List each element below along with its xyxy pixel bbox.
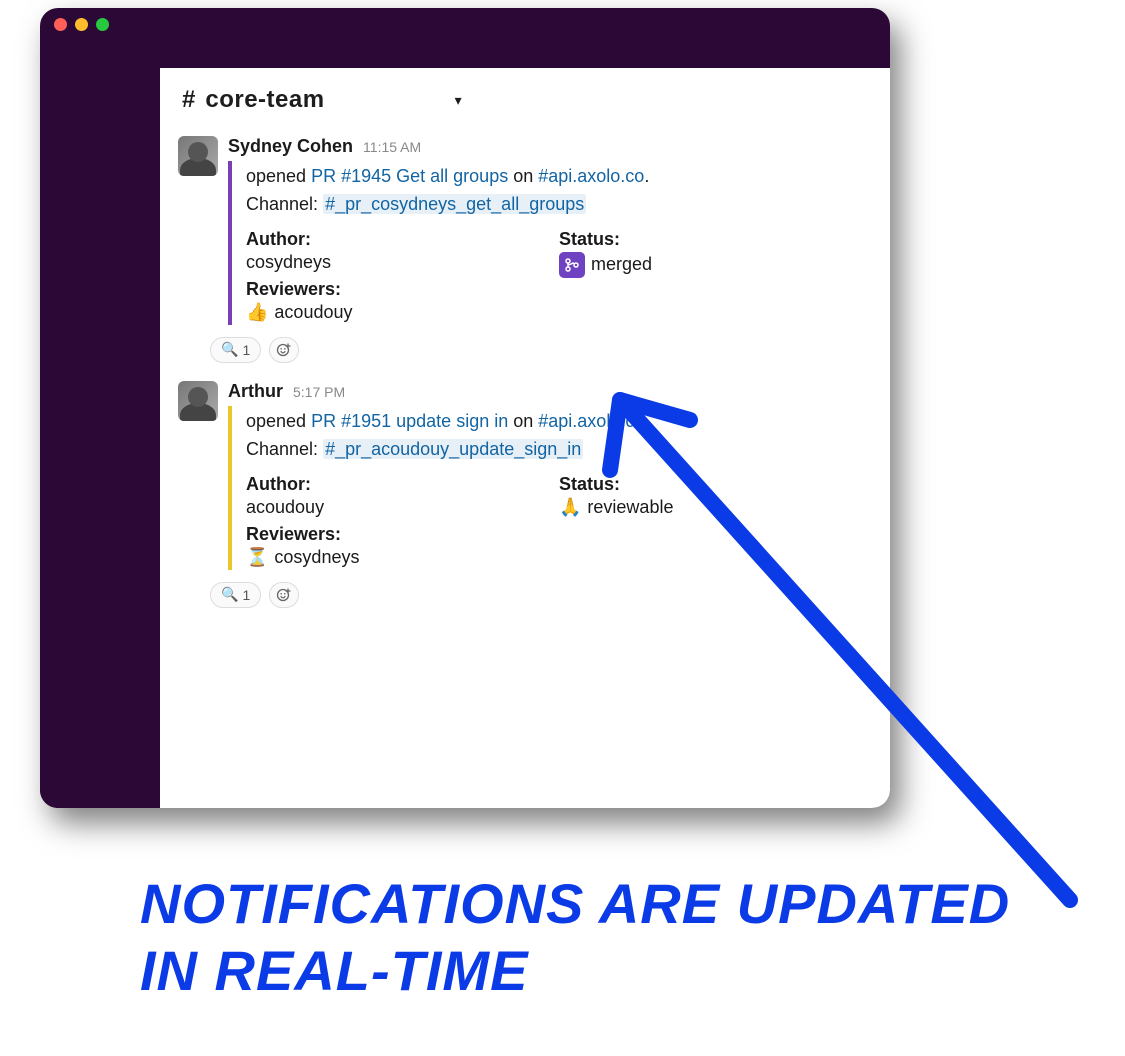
pr-link[interactable]: PR #1951 update sign in xyxy=(311,411,508,431)
reviewers-label: Reviewers: xyxy=(246,524,559,545)
reviewer-value: acoudouy xyxy=(274,302,352,323)
repo-link[interactable]: #api.axolo.co xyxy=(538,411,644,431)
message-author[interactable]: Arthur xyxy=(228,381,283,402)
author-value: acoudouy xyxy=(246,497,559,518)
annotation-caption: NOTIFICATIONS ARE UPDATED IN REAL-TIME xyxy=(140,870,1040,1004)
reviewers-label: Reviewers: xyxy=(246,279,559,300)
opened-text: opened xyxy=(246,166,311,186)
author-value: cosydneys xyxy=(246,252,559,273)
message-author[interactable]: Sydney Cohen xyxy=(228,136,353,157)
status-label: Status: xyxy=(559,474,872,495)
reaction[interactable]: 🔍 1 xyxy=(210,337,261,363)
on-text: on xyxy=(508,166,538,186)
reaction-count: 1 xyxy=(242,587,250,603)
repo-link[interactable]: #api.axolo.co xyxy=(538,166,644,186)
close-icon[interactable] xyxy=(54,18,67,31)
message: Arthur 5:17 PM opened PR #1951 update si… xyxy=(160,373,890,574)
status-label: Status: xyxy=(559,229,872,250)
channel-label: Channel: xyxy=(246,439,323,459)
message: Sydney Cohen 11:15 AM opened PR #1945 Ge… xyxy=(160,128,890,329)
pr-link[interactable]: PR #1945 Get all groups xyxy=(311,166,508,186)
channel-link[interactable]: #_pr_acoudouy_update_sign_in xyxy=(323,439,583,459)
chevron-down-icon[interactable]: ▾ xyxy=(455,92,462,109)
minimize-icon[interactable] xyxy=(75,18,88,31)
window-titlebar xyxy=(40,8,890,40)
channel-label: Channel: xyxy=(246,194,323,214)
channel-name: core-team xyxy=(205,86,324,114)
on-text: on xyxy=(508,411,538,431)
author-label: Author: xyxy=(246,474,559,495)
hash-icon: # xyxy=(182,86,195,114)
opened-text: opened xyxy=(246,411,311,431)
app-window: # core-team ▾ Sydney Cohen 11:15 AM open… xyxy=(40,8,890,808)
hourglass-icon: ⏳ xyxy=(246,547,268,568)
pray-icon: 🙏 xyxy=(559,497,581,518)
sidebar xyxy=(40,40,160,808)
reviewer-value: cosydneys xyxy=(274,547,359,568)
channel-link[interactable]: #_pr_cosydneys_get_all_groups xyxy=(323,194,586,214)
avatar[interactable] xyxy=(178,381,218,421)
reactions-bar: 🔍 1 xyxy=(210,337,890,363)
merge-icon xyxy=(559,252,585,278)
content-area: # core-team ▾ Sydney Cohen 11:15 AM open… xyxy=(160,68,890,808)
add-reaction-button[interactable] xyxy=(269,337,299,363)
status-value: merged xyxy=(591,254,652,275)
add-reaction-button[interactable] xyxy=(269,582,299,608)
period: . xyxy=(644,166,649,186)
channel-header[interactable]: # core-team ▾ xyxy=(160,68,890,128)
attachment: opened PR #1945 Get all groups on #api.a… xyxy=(228,161,872,325)
period: . xyxy=(644,411,649,431)
attachment: opened PR #1951 update sign in on #api.a… xyxy=(228,406,872,570)
reaction-count: 1 xyxy=(242,342,250,358)
thumbs-up-icon: 👍 xyxy=(246,302,268,323)
magnifier-icon: 🔍 xyxy=(221,586,238,603)
avatar[interactable] xyxy=(178,136,218,176)
maximize-icon[interactable] xyxy=(96,18,109,31)
message-time: 11:15 AM xyxy=(363,139,421,155)
message-time: 5:17 PM xyxy=(293,384,345,400)
status-value: reviewable xyxy=(587,497,673,518)
reactions-bar: 🔍 1 xyxy=(210,582,890,608)
author-label: Author: xyxy=(246,229,559,250)
magnifier-icon: 🔍 xyxy=(221,341,238,358)
reaction[interactable]: 🔍 1 xyxy=(210,582,261,608)
